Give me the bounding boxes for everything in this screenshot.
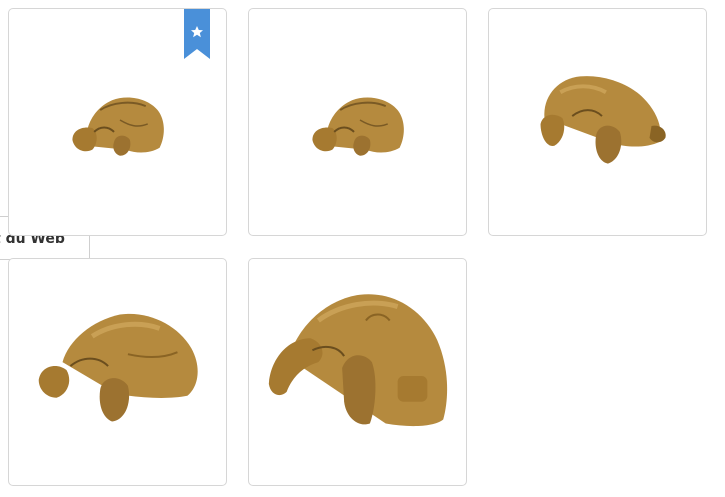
large-cave-rock-image <box>38 313 198 422</box>
image-result-card-1[interactable] <box>8 8 227 236</box>
image-result-card-4[interactable] <box>8 258 227 486</box>
medium-cave-rock-image <box>540 76 666 164</box>
favorite-bookmark-icon[interactable] <box>184 9 210 59</box>
extra-large-cave-rock-image <box>268 294 448 427</box>
image-result-card-2[interactable] <box>248 8 467 236</box>
small-cave-rock-image <box>312 97 404 156</box>
image-result-card-5[interactable] <box>248 258 467 486</box>
image-result-card-3[interactable] <box>488 8 707 236</box>
